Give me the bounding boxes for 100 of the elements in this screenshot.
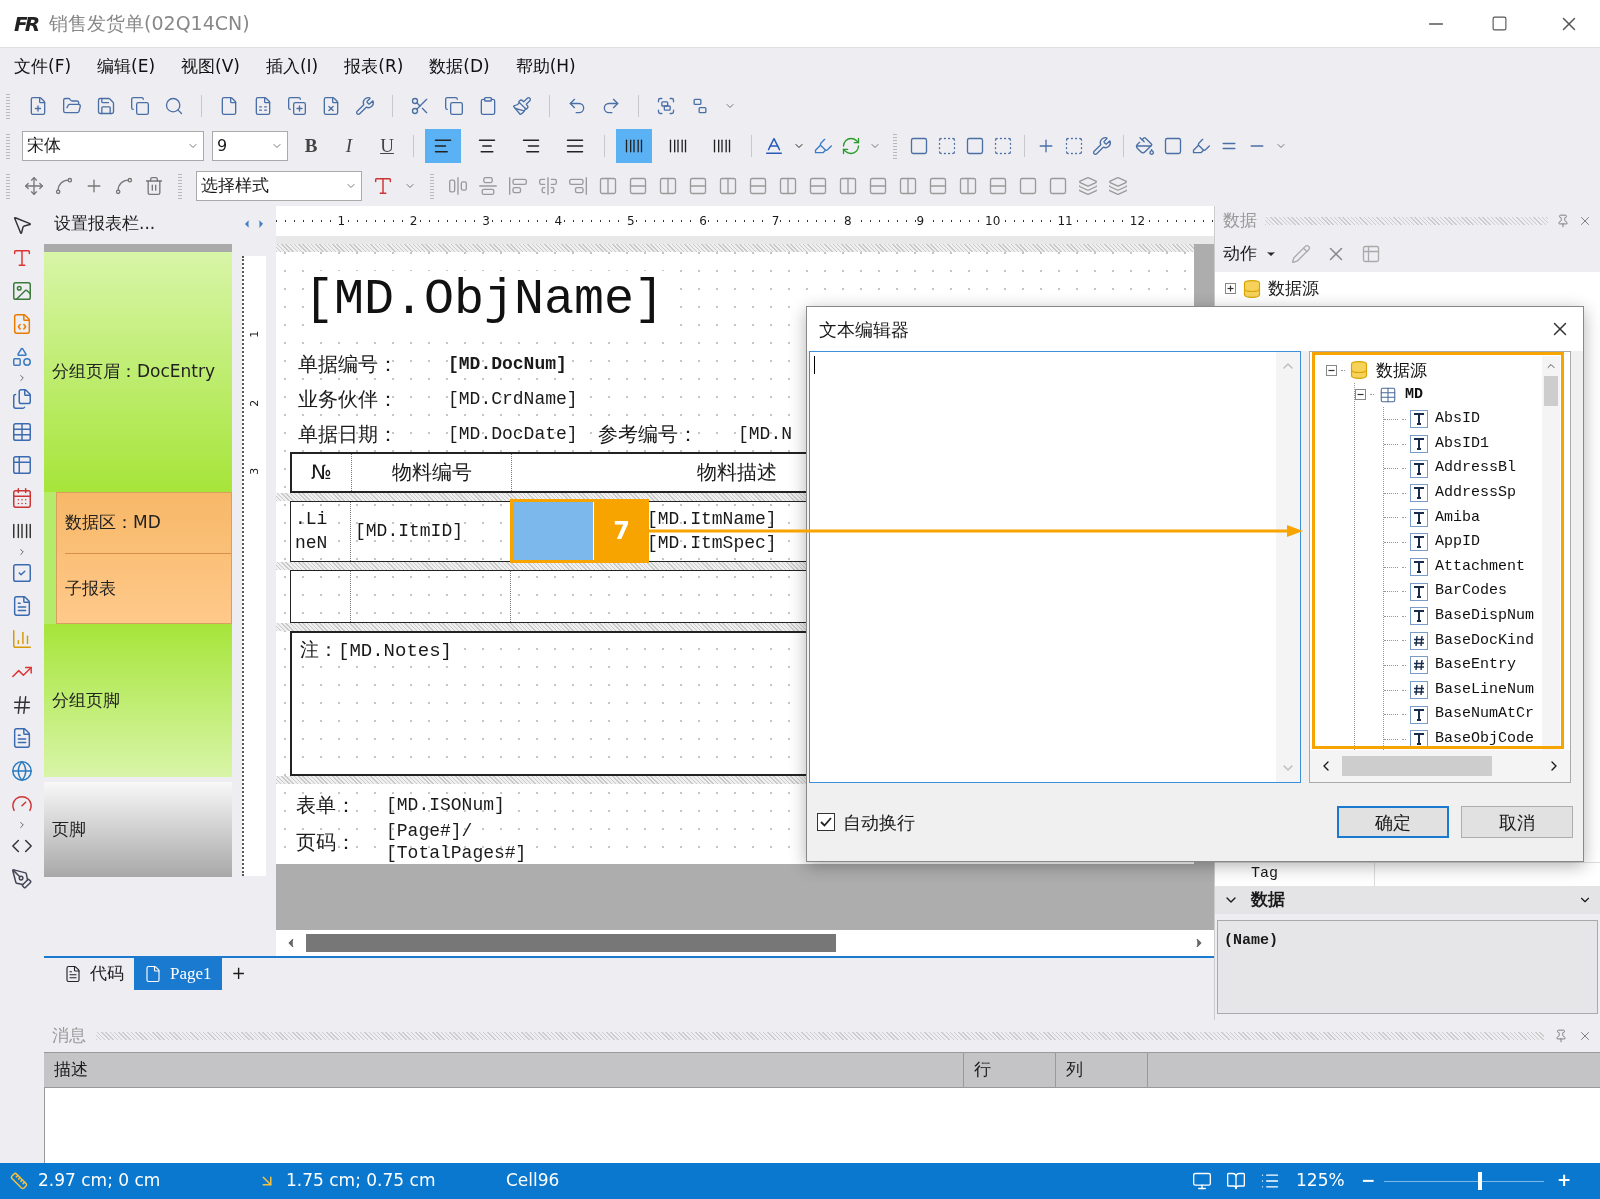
table-icon[interactable] xyxy=(11,421,33,443)
zoom-in-button[interactable]: + xyxy=(1554,1168,1574,1194)
toolbar-grip[interactable] xyxy=(6,133,10,159)
move-icon[interactable] xyxy=(24,176,44,196)
redo-icon[interactable] xyxy=(601,96,621,116)
frame-icon[interactable] xyxy=(1163,136,1183,156)
fill-color-icon[interactable] xyxy=(1135,136,1155,156)
text-object-icon[interactable] xyxy=(11,247,33,269)
rotate-icon[interactable] xyxy=(841,136,861,156)
chart-icon[interactable] xyxy=(11,628,33,650)
cross-table-icon[interactable] xyxy=(11,487,33,509)
pin-icon[interactable] xyxy=(1554,1029,1568,1043)
underline-button[interactable]: U xyxy=(372,131,402,161)
zoom-slider[interactable] xyxy=(1384,1171,1544,1191)
menu-item[interactable]: 文件(F) xyxy=(14,54,72,80)
tree-item[interactable]: MD xyxy=(1402,383,1423,407)
group-icon[interactable] xyxy=(656,96,676,116)
word-wrap-checkbox[interactable] xyxy=(817,813,835,831)
duplicate-icon[interactable] xyxy=(130,96,150,116)
page-tab[interactable]: 代码 xyxy=(54,958,134,990)
cut-icon[interactable] xyxy=(410,96,430,116)
field-value[interactable]: [MD.DocNum] xyxy=(448,350,567,378)
tree-item[interactable]: AddressSp xyxy=(1432,482,1516,505)
menu-item[interactable]: 插入(I) xyxy=(265,54,319,80)
page-view-icon[interactable] xyxy=(1192,1171,1212,1191)
slider-thumb[interactable] xyxy=(1478,1172,1482,1190)
pin-icon[interactable] xyxy=(1556,214,1570,228)
rich-text-icon[interactable] xyxy=(11,595,33,617)
align-rights-icon[interactable] xyxy=(568,176,588,196)
tree-item[interactable]: Attachment xyxy=(1432,555,1525,579)
page-settings-icon[interactable] xyxy=(355,96,375,116)
font-color-icon[interactable] xyxy=(763,135,785,157)
italic-button[interactable]: I xyxy=(334,131,364,161)
shapes-icon[interactable] xyxy=(11,346,33,368)
new-dialog-icon[interactable] xyxy=(253,96,273,116)
checkbox-object-icon[interactable] xyxy=(11,562,33,584)
toolbar-grip[interactable] xyxy=(178,173,182,199)
pointer-icon[interactable] xyxy=(11,214,33,236)
column-header[interactable]: 行 xyxy=(964,1053,1056,1087)
tree-item[interactable]: BaseLineNum xyxy=(1432,678,1535,702)
vertical-align-button[interactable] xyxy=(616,129,652,163)
menu-item[interactable]: 编辑(E) xyxy=(97,54,156,80)
scrollbar-thumb[interactable] xyxy=(306,934,836,952)
line-color-icon[interactable] xyxy=(1191,136,1211,156)
panel-grip[interactable] xyxy=(1265,217,1548,225)
tree-item[interactable]: BaseEntry xyxy=(1432,654,1516,677)
collapse-toggle[interactable] xyxy=(1355,389,1366,401)
undo-icon[interactable] xyxy=(567,96,587,116)
tree-item[interactable]: AddressBl xyxy=(1432,457,1516,480)
field-value[interactable]: [Page#]/ xyxy=(386,820,527,842)
group-band[interactable]: 分组页脚 xyxy=(44,624,232,777)
group-band[interactable]: 分组页眉：DocEntry xyxy=(44,252,232,492)
highlight-icon[interactable] xyxy=(813,136,833,156)
new-page-icon[interactable] xyxy=(219,96,239,116)
column-header[interactable]: 列 xyxy=(1056,1053,1148,1087)
tree-item[interactable]: BaseDispNum xyxy=(1432,605,1535,628)
cancel-button[interactable]: 取消 xyxy=(1461,806,1573,838)
paste-icon[interactable] xyxy=(478,96,498,116)
column-header[interactable]: 物料编号 xyxy=(391,457,472,488)
align-centers-icon[interactable] xyxy=(538,176,558,196)
toolbar-grip[interactable] xyxy=(893,133,897,159)
picture-object-icon[interactable] xyxy=(11,280,33,302)
curve-icon[interactable] xyxy=(114,176,134,196)
align-lefts-icon[interactable] xyxy=(508,176,528,196)
tree-item[interactable]: BaseNumAtCr xyxy=(1432,703,1535,726)
scrollbar-thumb[interactable] xyxy=(1342,756,1492,776)
subreport-icon[interactable] xyxy=(11,388,33,410)
save-icon[interactable] xyxy=(96,96,116,116)
panel-grip[interactable] xyxy=(96,1032,1544,1040)
page-footer-band[interactable]: 页脚 xyxy=(44,782,232,877)
text-align-button[interactable] xyxy=(425,129,461,163)
data-band[interactable]: 数据区：MD 子报表 xyxy=(56,492,232,624)
menu-item[interactable]: 帮助(H) xyxy=(515,54,576,80)
map-icon[interactable] xyxy=(11,760,33,782)
field-value[interactable]: [MD.ISONum] xyxy=(386,794,505,816)
tree-item[interactable]: BaseDocKind xyxy=(1432,629,1535,653)
send-back-icon[interactable] xyxy=(1108,176,1128,196)
font-name-combo[interactable]: 宋体 xyxy=(22,131,204,161)
justify-icon[interactable] xyxy=(565,136,585,156)
actions-dropdown[interactable]: 动作 xyxy=(1223,241,1277,267)
horizontal-scrollbar[interactable] xyxy=(276,930,1214,956)
page-tab[interactable]: Page1 xyxy=(134,958,222,990)
tree-item[interactable]: 数据源 xyxy=(1268,276,1319,302)
menu-item[interactable]: 数据(D) xyxy=(429,54,490,80)
signature-icon[interactable] xyxy=(11,868,33,890)
open-icon[interactable] xyxy=(62,96,82,116)
toolbar-grip[interactable] xyxy=(430,173,434,199)
copy-icon[interactable] xyxy=(444,96,464,116)
delete-page-icon[interactable] xyxy=(321,96,341,116)
field-value[interactable]: [TotalPages#] xyxy=(386,842,527,864)
connector-icon[interactable] xyxy=(54,176,74,196)
zoom-out-button[interactable]: − xyxy=(1358,1168,1378,1194)
page-icon[interactable] xyxy=(144,965,162,983)
band-settings-link[interactable]: 设置报表栏... xyxy=(44,211,156,237)
field-label[interactable]: 单据编号： xyxy=(298,349,448,380)
field-label[interactable]: 单据日期： xyxy=(298,419,448,450)
delete-icon[interactable] xyxy=(144,176,164,196)
tree-item[interactable]: AppID xyxy=(1432,531,1480,554)
collapse-toggle[interactable] xyxy=(1326,364,1337,376)
print-layout-icon[interactable] xyxy=(1226,1171,1246,1191)
